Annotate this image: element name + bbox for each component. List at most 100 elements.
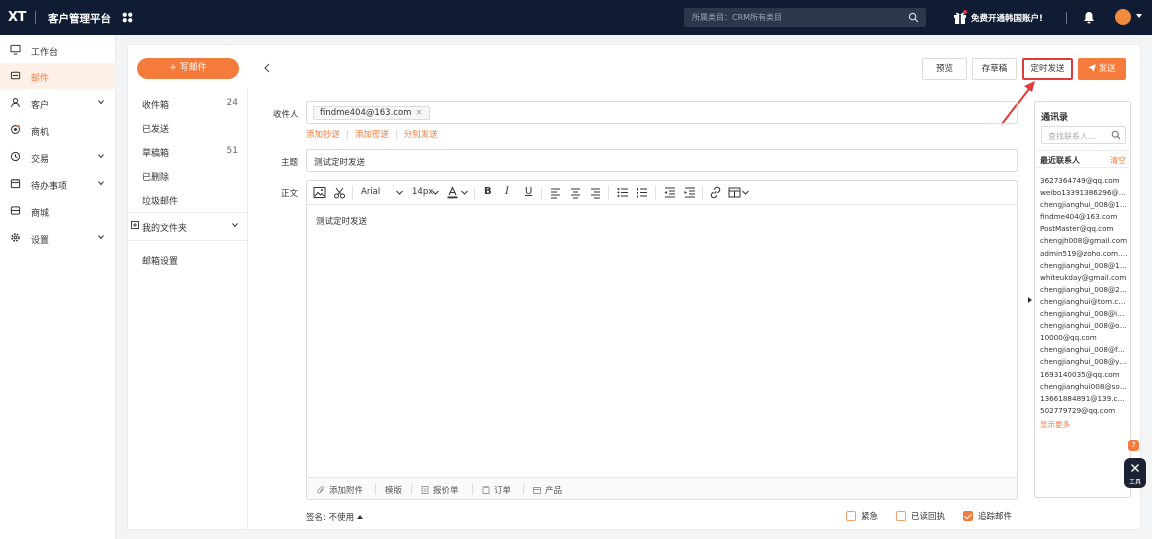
signature-select[interactable]: 签名: 不使用: [306, 511, 364, 523]
contact-item[interactable]: 10000@qq.com: [1040, 332, 1128, 344]
contact-item[interactable]: chengjianghui_008@21c...: [1040, 284, 1128, 296]
contact-item[interactable]: 13661884891@139.com: [1040, 393, 1128, 405]
subject-input[interactable]: 测试定时发送: [306, 149, 1018, 172]
contact-item[interactable]: chengjh008@gmail.com: [1040, 235, 1128, 247]
app-grid-icon[interactable]: [122, 12, 133, 23]
notification-badge[interactable]: 7: [1128, 440, 1139, 451]
sidebar-item-mail[interactable]: 邮件: [0, 63, 116, 89]
tools-widget[interactable]: 工具: [1124, 458, 1146, 488]
sidebar-item-todo[interactable]: 待办事项: [0, 171, 116, 197]
folder-sent[interactable]: 已发送: [128, 114, 248, 138]
bold-icon[interactable]: B: [484, 186, 492, 197]
template-button[interactable]: 模版: [385, 484, 402, 496]
remove-recipient-icon[interactable]: ×: [415, 108, 422, 118]
gift-icon[interactable]: [952, 9, 968, 25]
separate-send-link[interactable]: 分别发送: [404, 130, 438, 140]
add-bcc-link[interactable]: 添加密送: [355, 130, 389, 140]
sidebar-item-workbench[interactable]: 工作台: [0, 37, 116, 63]
contact-item[interactable]: admin519@zoho.com.cn: [1040, 248, 1128, 260]
align-left-icon[interactable]: [549, 186, 562, 199]
align-right-icon[interactable]: [589, 186, 602, 199]
promo-link[interactable]: 免费开通韩国账户!: [971, 12, 1043, 24]
recipient-input[interactable]: findme404@163.com ×: [306, 101, 1018, 124]
contact-item[interactable]: whiteukday@gmail.com: [1040, 272, 1128, 284]
italic-icon[interactable]: I: [505, 186, 509, 197]
send-button[interactable]: 发送: [1078, 58, 1126, 80]
bell-icon[interactable]: [1083, 11, 1095, 24]
recipient-chip[interactable]: findme404@163.com ×: [313, 106, 430, 120]
search-icon[interactable]: [1111, 130, 1121, 140]
contact-item[interactable]: chengjianghui_008@yea...: [1040, 356, 1128, 368]
numbered-list-icon[interactable]: [635, 186, 648, 199]
checkbox-box[interactable]: [846, 511, 856, 521]
logo[interactable]: XT: [8, 10, 26, 25]
contact-item[interactable]: chengjianghui_008@iclou...: [1040, 308, 1128, 320]
rich-text-editor[interactable]: Arial 14px B I U 测试定时发送 添加附件 模版 报价单 订单 产…: [306, 180, 1018, 500]
contact-item[interactable]: weibo13391386296@sin...: [1040, 187, 1128, 199]
clear-contacts-link[interactable]: 清空: [1110, 155, 1126, 166]
bullet-list-icon[interactable]: [616, 186, 629, 199]
sidebar-item-store[interactable]: 商城: [0, 198, 116, 224]
cut-icon[interactable]: [333, 186, 346, 199]
folder-count: 24: [226, 98, 238, 108]
checkbox-box-checked[interactable]: [963, 511, 973, 521]
link-icon[interactable]: [709, 186, 722, 199]
category-search-input[interactable]: 所属类目：CRM所有类目: [684, 8, 926, 27]
contact-item[interactable]: chengjianghui_008@126...: [1040, 199, 1128, 211]
contact-search-input[interactable]: 查找联系人...: [1041, 126, 1126, 144]
sidebar-item-opportunity[interactable]: 商机: [0, 117, 116, 143]
font-color-icon[interactable]: [446, 186, 459, 199]
contact-item[interactable]: 1693140035@qq.com: [1040, 369, 1128, 381]
chevron-down-icon[interactable]: [431, 186, 440, 199]
avatar[interactable]: [1115, 9, 1131, 25]
product-button[interactable]: 产品: [533, 484, 562, 496]
contact-item[interactable]: 3627364749@qq.com: [1040, 175, 1128, 187]
contact-item[interactable]: chengjianghui_008@outl...: [1040, 320, 1128, 332]
chevron-down-icon[interactable]: [395, 186, 404, 199]
align-center-icon[interactable]: [569, 186, 582, 199]
caret-right-icon[interactable]: [1028, 297, 1032, 303]
my-folders-toggle[interactable]: 我的文件夹: [128, 216, 248, 240]
contact-item[interactable]: chengjianghui_008@fox...: [1040, 344, 1128, 356]
add-cc-link[interactable]: 添加抄送: [306, 130, 340, 140]
checkbox-box[interactable]: [896, 511, 906, 521]
order-button[interactable]: 订单: [482, 484, 511, 496]
folder-spam[interactable]: 垃圾邮件: [128, 186, 248, 210]
underline-icon[interactable]: U: [525, 186, 532, 197]
track-mail-checkbox[interactable]: 追踪邮件: [963, 510, 1012, 522]
editor-content[interactable]: 测试定时发送: [316, 215, 367, 227]
save-draft-button[interactable]: 存草稿: [972, 58, 1017, 80]
sidebar-item-settings[interactable]: 设置: [0, 225, 116, 251]
indent-icon[interactable]: [683, 186, 696, 199]
contact-item[interactable]: PostMaster@qq.com: [1040, 223, 1128, 235]
chevron-down-icon[interactable]: [1136, 14, 1142, 18]
table-icon[interactable]: [728, 186, 741, 199]
outdent-icon[interactable]: [663, 186, 676, 199]
mailbox-settings-link[interactable]: 邮箱设置: [128, 246, 248, 270]
add-attachment-button[interactable]: 添加附件: [317, 484, 363, 496]
folder-inbox[interactable]: 收件箱 24: [128, 90, 248, 114]
sidebar-item-customer[interactable]: 客户: [0, 90, 116, 116]
read-receipt-checkbox[interactable]: 已读回执: [896, 510, 945, 522]
compose-button[interactable]: + 写邮件: [137, 58, 239, 79]
image-icon[interactable]: [313, 186, 326, 199]
font-family-select[interactable]: Arial: [361, 187, 380, 197]
sidebar-item-trade[interactable]: 交易: [0, 144, 116, 170]
preview-button[interactable]: 预览: [922, 58, 967, 80]
urgent-checkbox[interactable]: 紧急: [846, 510, 878, 522]
quote-button[interactable]: 报价单: [421, 484, 459, 496]
show-more-link[interactable]: 显示更多: [1040, 419, 1070, 430]
contact-item[interactable]: chengjianghui_008@163....: [1040, 260, 1128, 272]
user-icon: [11, 98, 20, 108]
folder-drafts[interactable]: 草稿箱 51: [128, 138, 248, 162]
contact-item[interactable]: 502779729@qq.com: [1040, 405, 1128, 417]
chevron-down-icon[interactable]: [741, 186, 750, 199]
schedule-send-button[interactable]: 定时发送: [1022, 58, 1073, 80]
contact-item[interactable]: chengjianghui@tom.com: [1040, 296, 1128, 308]
contact-item[interactable]: chengjianghui008@sohu...: [1040, 381, 1128, 393]
back-arrow-icon[interactable]: [263, 63, 271, 73]
chevron-down-icon[interactable]: [460, 186, 469, 199]
folder-deleted[interactable]: 已删除: [128, 162, 248, 186]
contact-item[interactable]: findme404@163.com: [1040, 211, 1128, 223]
search-icon[interactable]: [908, 12, 919, 23]
